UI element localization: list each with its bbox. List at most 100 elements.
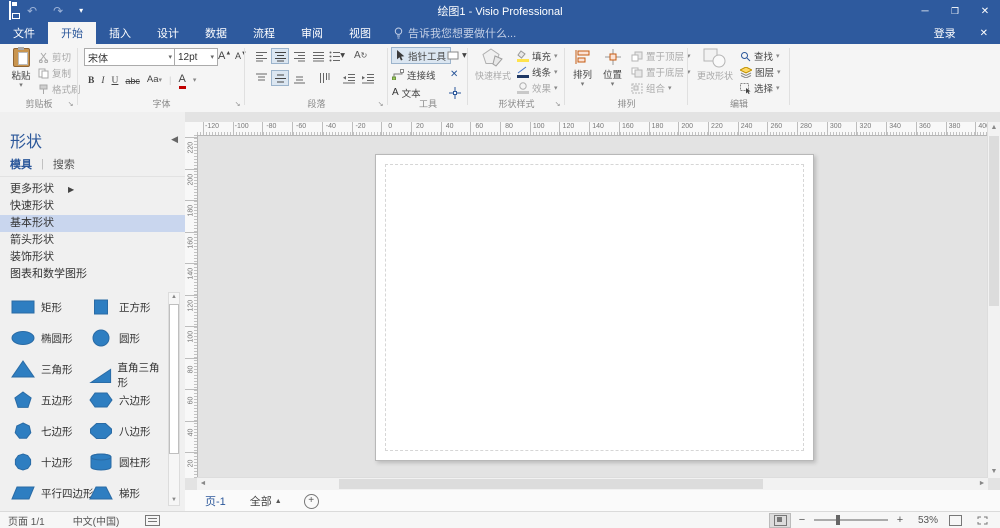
scroll-down-icon[interactable]: ▼ bbox=[169, 496, 179, 505]
shape-七边形[interactable]: 七边形 bbox=[10, 422, 73, 440]
scroll-up-icon[interactable]: ▲ bbox=[988, 122, 1000, 134]
send-to-back-button[interactable]: 置于底层▾ bbox=[631, 64, 691, 80]
tab-视图[interactable]: 视图 bbox=[336, 22, 384, 44]
zoom-out-button[interactable]: − bbox=[797, 514, 807, 526]
zoom-in-button[interactable]: + bbox=[895, 514, 905, 526]
tell-me-box[interactable]: 告诉我您想要做什么... bbox=[394, 22, 516, 44]
tab-search[interactable]: 搜索 bbox=[53, 156, 75, 172]
stencil-图表和数学图形[interactable]: 图表和数学图形 bbox=[0, 266, 185, 283]
tab-设计[interactable]: 设计 bbox=[144, 22, 192, 44]
shape-三角形[interactable]: 三角形 bbox=[10, 360, 73, 378]
scroll-right-icon[interactable]: ► bbox=[976, 478, 988, 490]
collapse-panel-icon[interactable]: ◀ bbox=[171, 134, 178, 145]
restore-button[interactable]: ❐ bbox=[940, 0, 970, 22]
font-dialog-launcher[interactable]: ↘ bbox=[233, 100, 242, 109]
rotate-text-icon[interactable]: A↻ bbox=[354, 49, 367, 63]
rectangle-tool-button[interactable]: ▾ bbox=[447, 48, 467, 63]
shape-圆柱形[interactable]: 圆柱形 bbox=[88, 453, 151, 471]
align-middle-icon[interactable] bbox=[272, 71, 288, 85]
vertical-scrollbar[interactable]: ▲ ▼ bbox=[987, 122, 1000, 478]
change-case-button[interactable]: Aa▾ bbox=[147, 73, 162, 88]
connection-point-tool-icon[interactable]: ✕ bbox=[450, 67, 458, 82]
language-indicator[interactable]: 中文(中国) bbox=[73, 513, 120, 528]
close-document-icon[interactable]: ✕ bbox=[968, 22, 1000, 44]
shape-正方形[interactable]: 正方形 bbox=[88, 298, 151, 316]
clipboard-dialog-launcher[interactable]: ↘ bbox=[66, 100, 75, 109]
minimize-button[interactable]: ─ bbox=[910, 0, 940, 22]
position-button[interactable]: 位置 ▾ bbox=[599, 48, 626, 87]
add-page-button[interactable]: + bbox=[304, 494, 319, 509]
scroll-up-icon[interactable]: ▲ bbox=[169, 293, 179, 302]
font-color-button[interactable]: A bbox=[179, 72, 186, 89]
layers-button[interactable]: 图层▾ bbox=[740, 64, 781, 80]
scroll-down-icon[interactable]: ▼ bbox=[988, 466, 1000, 478]
shape-椭圆形[interactable]: 椭圆形 bbox=[10, 329, 73, 347]
shape-圆形[interactable]: 圆形 bbox=[88, 329, 140, 347]
save-icon[interactable] bbox=[9, 2, 11, 20]
underline-button[interactable]: U bbox=[112, 74, 119, 88]
effects-button[interactable]: 效果▾ bbox=[517, 80, 558, 96]
italic-button[interactable]: I bbox=[101, 74, 104, 88]
tab-数据[interactable]: 数据 bbox=[192, 22, 240, 44]
group-button[interactable]: 组合▾ bbox=[631, 80, 691, 96]
close-button[interactable]: ✕ bbox=[970, 0, 1000, 22]
bullets-icon[interactable]: ▾ bbox=[329, 49, 345, 63]
paste-button[interactable]: 粘贴 ▾ bbox=[6, 48, 36, 88]
horizontal-scrollbar[interactable]: ◄ ► bbox=[197, 477, 988, 490]
page-indicator[interactable]: 页面 1/1 bbox=[8, 513, 45, 528]
shape-六边形[interactable]: 六边形 bbox=[88, 391, 151, 409]
bold-button[interactable]: B bbox=[88, 74, 94, 88]
tab-审阅[interactable]: 审阅 bbox=[288, 22, 336, 44]
align-left-icon[interactable] bbox=[253, 49, 269, 63]
shapes-scrollbar[interactable]: ▲ ▼ bbox=[168, 292, 180, 506]
copy-button[interactable]: 复制 bbox=[38, 65, 81, 81]
select-button[interactable]: 选择▾ bbox=[740, 80, 781, 96]
tab-file[interactable]: 文件 bbox=[0, 22, 48, 44]
decrease-indent-icon[interactable] bbox=[341, 71, 357, 85]
shape-平行四边形[interactable]: 平行四边形 bbox=[10, 484, 94, 502]
shape-styles-dialog-launcher[interactable]: ↘ bbox=[553, 100, 562, 109]
redo-icon[interactable]: ↷ bbox=[53, 0, 63, 22]
shape-梯形[interactable]: 梯形 bbox=[88, 484, 140, 502]
stencil-快速形状[interactable]: 快速形状 bbox=[0, 198, 185, 215]
shape-八边形[interactable]: 八边形 bbox=[88, 422, 151, 440]
normal-view-button[interactable] bbox=[770, 514, 790, 527]
customize-qat-icon[interactable]: ▾ bbox=[79, 0, 83, 22]
increase-indent-icon[interactable] bbox=[360, 71, 376, 85]
zoom-percent[interactable]: 53% bbox=[912, 515, 938, 526]
paragraph-dialog-launcher[interactable]: ↘ bbox=[376, 100, 385, 109]
quick-styles-button[interactable]: 快速样式 bbox=[473, 48, 513, 82]
scroll-thumb[interactable] bbox=[169, 304, 179, 454]
align-top-icon[interactable] bbox=[253, 71, 269, 85]
font-family-combo[interactable]: 宋体▾ bbox=[84, 48, 176, 66]
find-button[interactable]: 查找▾ bbox=[740, 48, 781, 64]
tab-流程[interactable]: 流程 bbox=[240, 22, 288, 44]
all-pages-button[interactable]: 全部▲ bbox=[250, 493, 282, 509]
fullscreen-button[interactable] bbox=[972, 514, 992, 527]
stencil-更多形状[interactable]: 更多形状▶ bbox=[0, 181, 185, 198]
page-tab-1[interactable]: 页-1 bbox=[199, 493, 232, 509]
drawing-page[interactable] bbox=[375, 154, 814, 461]
align-center-icon[interactable] bbox=[272, 49, 288, 63]
shape-直角三角形[interactable]: 直角三角形 bbox=[88, 360, 167, 390]
sign-in-button[interactable]: 登录 bbox=[922, 22, 968, 44]
tab-插入[interactable]: 插入 bbox=[96, 22, 144, 44]
strikethrough-button[interactable]: abc bbox=[125, 74, 140, 88]
font-size-combo[interactable]: 12pt▾ bbox=[174, 48, 218, 66]
zoom-slider-thumb[interactable] bbox=[836, 515, 840, 525]
grow-font-button[interactable]: A▲ bbox=[218, 50, 231, 62]
stencil-箭头形状[interactable]: 箭头形状 bbox=[0, 232, 185, 249]
shape-五边形[interactable]: 五边形 bbox=[10, 391, 73, 409]
shape-十边形[interactable]: 十边形 bbox=[10, 453, 73, 471]
text-direction-icon[interactable] bbox=[316, 71, 332, 85]
fill-button[interactable]: 填充▾ bbox=[517, 48, 558, 64]
tab-stencils[interactable]: 模具 bbox=[10, 156, 32, 172]
align-button[interactable]: 排列 ▾ bbox=[569, 48, 596, 87]
zoom-slider[interactable] bbox=[814, 519, 888, 521]
stencil-基本形状[interactable]: 基本形状 bbox=[0, 215, 185, 232]
fit-page-button[interactable] bbox=[945, 514, 965, 527]
line-button[interactable]: 线条▾ bbox=[517, 64, 558, 80]
input-method-icon[interactable] bbox=[145, 515, 160, 526]
tab-开始[interactable]: 开始 bbox=[48, 22, 96, 44]
stencil-装饰形状[interactable]: 装饰形状 bbox=[0, 249, 185, 266]
